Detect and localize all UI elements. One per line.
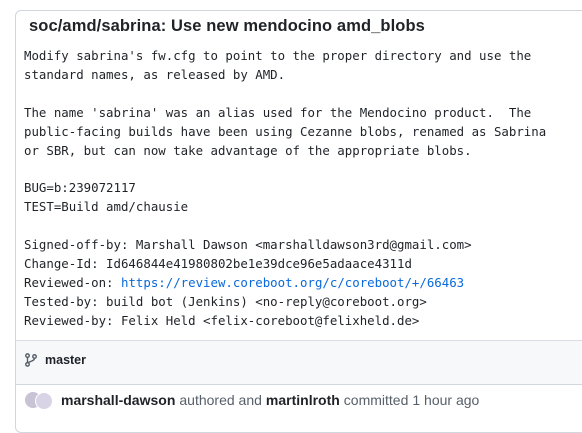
- commit-byline: marshall-dawson authored and martinlroth co…: [24, 389, 479, 411]
- trailer-line: Tested-by: build bot (Jenkins) <no-reply…: [24, 293, 427, 309]
- branch-bar: [16, 340, 582, 385]
- message-line: standard names, as released by AMD.: [24, 66, 286, 82]
- git-branch-icon: [25, 353, 37, 367]
- commit-time[interactable]: 1 hour ago: [412, 392, 479, 408]
- message-line: Modify sabrina's fw.cfg to point to the …: [24, 48, 532, 63]
- authored-text: authored and: [179, 392, 262, 408]
- author-link[interactable]: marshall-dawson: [61, 392, 175, 408]
- trailer-line: Reviewed-by: Felix Held <felix-coreboot@…: [24, 312, 420, 328]
- branch-indicator[interactable]: master: [24, 353, 86, 367]
- message-line: BUG=b:239072117: [24, 180, 136, 196]
- message-line: or SBR, but can now take advantage of th…: [24, 142, 472, 158]
- reviewed-on-label: Reviewed-on:: [24, 274, 121, 290]
- review-link[interactable]: https://review.coreboot.org/c/coreboot/+…: [121, 275, 464, 290]
- message-line: TEST=Build amd/chausie: [24, 199, 189, 215]
- committed-text: committed: [343, 392, 409, 408]
- message-line: The name 'sabrina' was an alias used for…: [24, 104, 532, 120]
- message-line: Signed-off-by: Marshall Dawson <marshall…: [24, 237, 472, 253]
- message-line: Change-Id: Id646844e41980802be1e39dce96e…: [24, 255, 412, 271]
- message-line: public-facing builds have been using Cez…: [24, 123, 547, 139]
- commit-message: Modify sabrina's fw.cfg to point to the …: [24, 47, 546, 331]
- committer-link[interactable]: martinlroth: [266, 392, 340, 408]
- branch-name: master: [45, 353, 86, 367]
- avatar-stack[interactable]: [24, 389, 60, 411]
- committer-avatar[interactable]: [35, 392, 53, 410]
- commit-title: soc/amd/sabrina: Use new mendocino amd_b…: [29, 17, 425, 35]
